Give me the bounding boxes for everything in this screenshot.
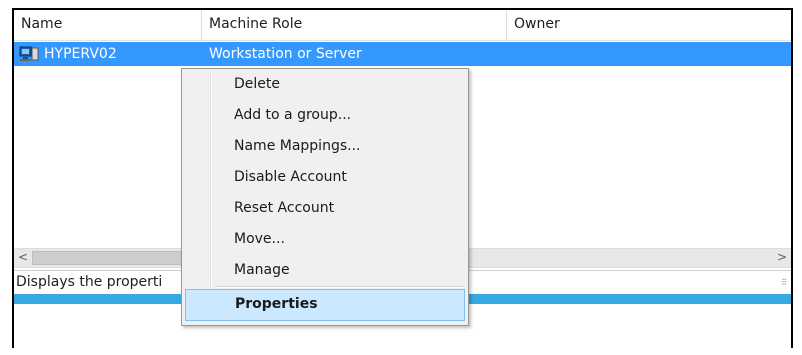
- column-owner[interactable]: Owner: [507, 10, 791, 40]
- column-name[interactable]: Name: [14, 10, 202, 40]
- menu-item-reset-account[interactable]: Reset Account: [185, 193, 465, 224]
- row-machine-role: Workstation or Server: [209, 46, 362, 62]
- menu-item-properties[interactable]: Properties: [185, 289, 465, 321]
- scroll-left-icon[interactable]: <: [14, 249, 32, 267]
- menu-item-disable-account[interactable]: Disable Account: [185, 162, 465, 193]
- scrollbar-thumb[interactable]: [32, 251, 192, 265]
- menu-item-delete[interactable]: Delete: [185, 69, 465, 100]
- table-row-selected[interactable]: HYPERV02 Workstation or Server: [14, 42, 791, 66]
- scroll-right-icon[interactable]: >: [773, 249, 791, 267]
- menu-item-manage[interactable]: Manage: [185, 255, 465, 286]
- column-machine-role[interactable]: Machine Role: [202, 10, 507, 40]
- computer-icon: [19, 46, 39, 61]
- menu-item-name-mappings[interactable]: Name Mappings...: [185, 131, 465, 162]
- status-text: Displays the properti: [16, 274, 163, 290]
- resize-grip-icon[interactable]: ⠿: [781, 279, 787, 287]
- column-header: Name Machine Role Owner: [14, 10, 791, 41]
- context-menu: Delete Add to a group... Name Mappings..…: [181, 68, 469, 326]
- menu-separator: [215, 286, 463, 288]
- menu-item-move[interactable]: Move...: [185, 224, 465, 255]
- row-name: HYPERV02: [44, 46, 117, 62]
- menu-item-add-to-group[interactable]: Add to a group...: [185, 100, 465, 131]
